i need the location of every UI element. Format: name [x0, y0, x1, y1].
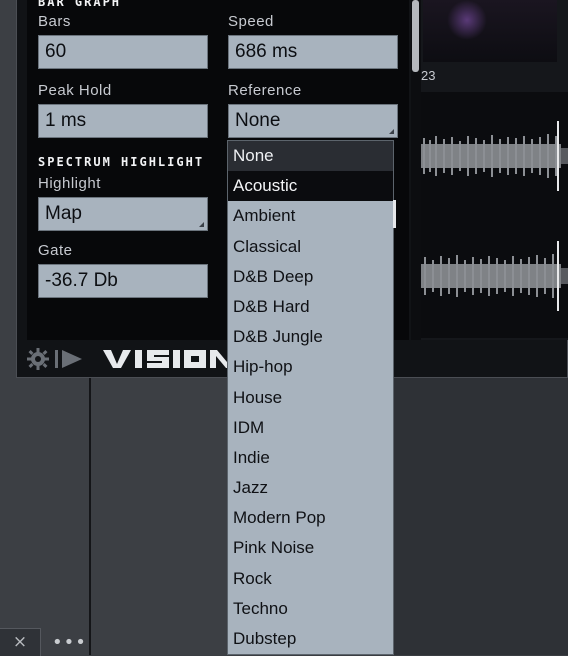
track-divider [89, 378, 91, 655]
reference-select[interactable]: None [228, 104, 398, 138]
bars-label: Bars [38, 13, 71, 30]
waveform-channel-left [421, 121, 568, 191]
close-icon[interactable]: × [13, 632, 27, 652]
highlight-label: Highlight [38, 175, 101, 192]
peak-hold-field[interactable]: 1 ms [38, 104, 208, 138]
peak-hold-label: Peak Hold [38, 82, 112, 99]
gate-field[interactable]: -36.7 Db [38, 264, 208, 298]
dropdown-option-house[interactable]: House [228, 383, 393, 413]
dropdown-option-dubstep[interactable]: Dubstep [228, 624, 393, 654]
video-thumbnail [423, 0, 557, 62]
dropdown-option-pink-noise[interactable]: Pink Noise [228, 533, 393, 563]
speed-label: Speed [228, 13, 274, 30]
section-title-spectrum-highlight: SPECTRUM HIGHLIGHT [38, 155, 205, 169]
section-title-bar-graph: BAR GRAPH [38, 0, 122, 9]
play-icon[interactable] [55, 348, 83, 370]
bars-field[interactable]: 60 [38, 35, 208, 69]
reference-label: Reference [228, 82, 302, 99]
vision-logo [103, 350, 233, 368]
video-thumbnail-glow [447, 0, 487, 40]
dropdown-option-ambient[interactable]: Ambient [228, 201, 393, 231]
track-number: 23 [421, 68, 436, 83]
dropdown-option-techno[interactable]: Techno [228, 594, 393, 624]
dropdown-option-dnb-jungle[interactable]: D&B Jungle [228, 322, 393, 352]
dropdown-option-none[interactable]: None [228, 141, 393, 172]
speed-field[interactable]: 686 ms [228, 35, 398, 69]
highlight-select[interactable]: Map [38, 197, 208, 231]
dropdown-scrollbar[interactable] [393, 200, 396, 228]
more-options-icon[interactable]: ••• [52, 632, 87, 653]
dropdown-option-rock[interactable]: Rock [228, 564, 393, 594]
dropdown-option-indie[interactable]: Indie [228, 443, 393, 473]
dropdown-option-modern-pop[interactable]: Modern Pop [228, 503, 393, 533]
dropdown-option-acoustic[interactable]: Acoustic [228, 171, 393, 202]
dropdown-option-jazz[interactable]: Jazz [228, 473, 393, 503]
gate-label: Gate [38, 242, 73, 259]
dropdown-option-dnb-hard[interactable]: D&B Hard [228, 292, 393, 322]
gear-icon[interactable] [27, 348, 49, 370]
waveform-channel-right [421, 241, 568, 311]
dropdown-option-classical[interactable]: Classical [228, 232, 393, 262]
dropdown-option-hip-hop[interactable]: Hip-hop [228, 352, 393, 382]
reference-dropdown-list: None Acoustic Ambient Classical D&B Deep… [227, 140, 394, 655]
dropdown-option-dnb-deep[interactable]: D&B Deep [228, 262, 393, 292]
host-track-area [393, 378, 568, 655]
close-tab-button[interactable]: × [0, 628, 41, 656]
dropdown-option-idm[interactable]: IDM [228, 413, 393, 443]
panel-scrollbar-thumb[interactable] [412, 0, 419, 72]
